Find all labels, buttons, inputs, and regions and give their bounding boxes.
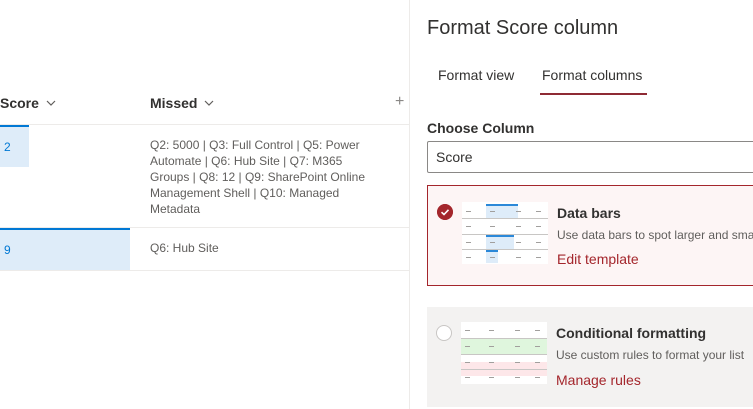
column-dropdown[interactable]: Score — [427, 141, 753, 173]
manage-rules-link[interactable]: Manage rules — [556, 372, 641, 388]
data-bar — [0, 228, 130, 270]
edit-template-link[interactable]: Edit template — [557, 251, 639, 267]
radio-unchecked-icon[interactable] — [436, 325, 452, 341]
choose-column-label: Choose Column — [427, 120, 535, 136]
tab-format-columns[interactable]: Format columns — [542, 67, 642, 83]
data-bar-edge — [0, 125, 29, 127]
score-value: 9 — [4, 243, 11, 257]
column-header-score[interactable]: Score — [0, 92, 57, 114]
chevron-down-icon — [205, 100, 214, 106]
option-card-data-bars[interactable]: Data bars Use data bars to spot larger a… — [427, 185, 753, 286]
card-description: Use data bars to spot larger and smal — [557, 228, 753, 242]
missed-value: Q6: Hub Site — [150, 240, 365, 256]
column-header-label: Score — [0, 95, 39, 111]
format-column-panel: Format Score column Format view Format c… — [409, 0, 753, 409]
column-header-missed[interactable]: Missed — [150, 92, 215, 114]
table-row[interactable]: 2 Q2: 5000 | Q3: Full Control | Q5: Powe… — [0, 125, 409, 227]
missed-value: Q2: 5000 | Q3: Full Control | Q5: Power … — [150, 137, 365, 217]
option-card-conditional-formatting[interactable]: Conditional formatting Use custom rules … — [427, 307, 753, 407]
conditional-formatting-thumbnail-icon — [461, 322, 547, 384]
missed-line: Automate | Q6: Hub Site | Q7: M365 — [150, 154, 343, 168]
chevron-down-icon — [46, 100, 56, 106]
card-title: Data bars — [557, 205, 621, 221]
card-description: Use custom rules to format your list — [556, 348, 745, 362]
checkmark-circle-icon[interactable] — [437, 204, 453, 220]
table-row[interactable]: 9 Q6: Hub Site — [0, 228, 409, 270]
missed-line: Management Shell | Q10: Managed — [150, 186, 340, 200]
card-title: Conditional formatting — [556, 325, 707, 341]
add-column-plus-icon[interactable]: + — [395, 94, 407, 110]
data-bar-edge — [0, 228, 130, 230]
list-view: Score Missed + 2 Q2: 5000 | Q3: Full Con… — [0, 0, 409, 409]
row-divider — [0, 270, 409, 271]
tab-format-view[interactable]: Format view — [438, 67, 514, 83]
missed-line: Q6: Hub Site — [150, 241, 219, 255]
missed-line: Metadata — [150, 202, 201, 216]
panel-title: Format Score column — [427, 17, 619, 39]
active-tab-indicator — [540, 93, 647, 95]
missed-line: Q2: 5000 | Q3: Full Control | Q5: Power — [150, 138, 360, 152]
score-value: 2 — [4, 140, 11, 154]
column-header-label: Missed — [150, 95, 198, 111]
data-bars-thumbnail-icon — [462, 202, 548, 264]
missed-line: Groups | Q8: 12 | Q9: SharePoint Online — [150, 170, 366, 184]
